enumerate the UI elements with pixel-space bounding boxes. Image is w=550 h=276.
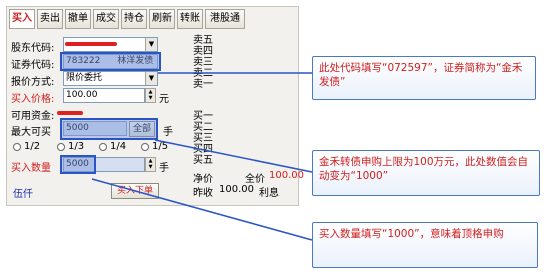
annotation-buy-qty: 买入数量填写“1000”，意味着顶格申购 <box>312 222 538 268</box>
connector-line-3 <box>91 178 313 241</box>
annotation-security-code: 此处代码填写“072597”，证券简称为“金禾发债” <box>312 56 536 100</box>
connector-line-2 <box>154 139 313 173</box>
annotation-max-buy: 金禾转债申购上限为100万元，此处数值会自动变为“1000” <box>312 150 540 196</box>
